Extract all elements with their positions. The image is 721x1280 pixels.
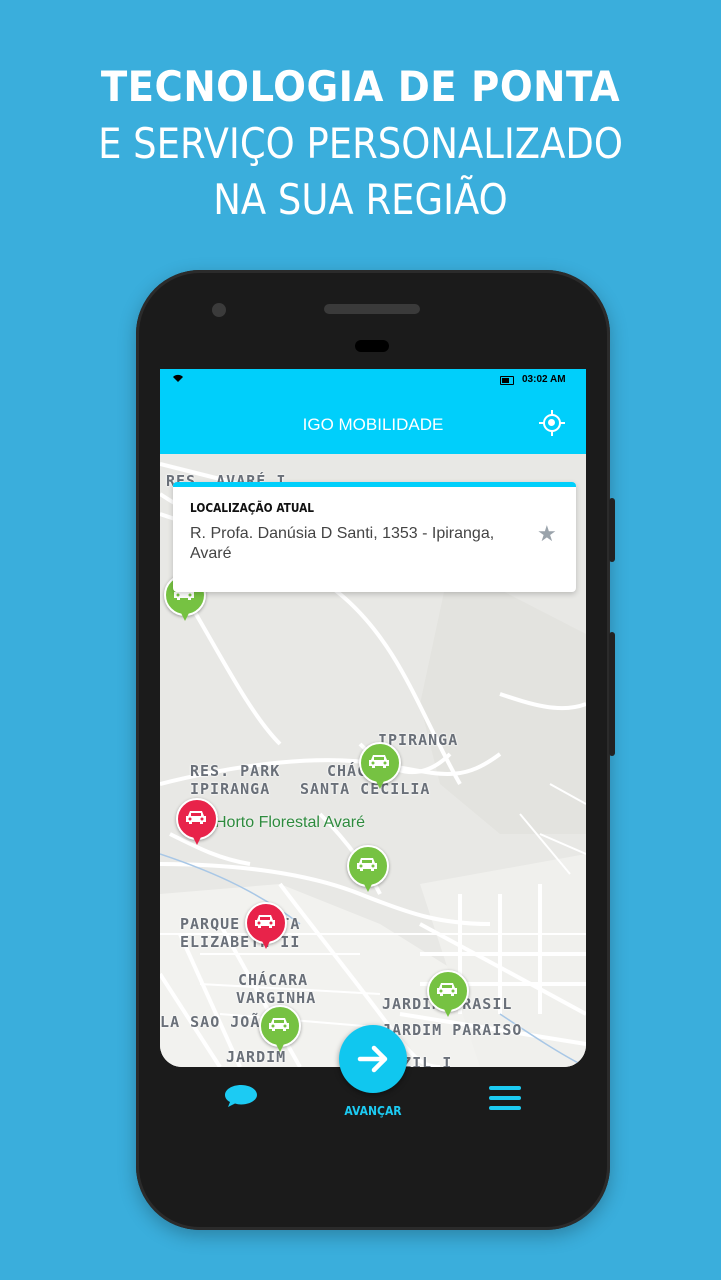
available-car-pin[interactable]	[427, 970, 469, 1020]
crosshair-icon[interactable]	[539, 410, 565, 436]
available-car-pin[interactable]	[347, 845, 389, 895]
park-label: Horto Florestal Avaré	[215, 814, 365, 831]
map-label: CHÁCARA	[238, 971, 309, 989]
car-icon	[357, 858, 377, 871]
arrow-right-icon	[357, 1045, 388, 1073]
available-car-pin[interactable]	[359, 742, 401, 792]
app-bar: IGO MOBILIDADE	[160, 391, 586, 454]
car-icon	[255, 915, 275, 928]
power-button	[609, 498, 615, 562]
chat-bubble-icon[interactable]	[224, 1084, 258, 1108]
map-label: VILA SAO JOÃO	[160, 1013, 271, 1031]
status-time: 03:02 AM	[522, 374, 566, 385]
status-bar: 03:02 AM	[160, 369, 586, 391]
current-location-label: LOCALIZAÇÃO ATUAL	[190, 501, 315, 515]
map-label: RES. PARK	[190, 762, 281, 780]
earpiece-speaker	[324, 304, 420, 314]
advance-button[interactable]	[339, 1025, 407, 1093]
front-camera	[212, 303, 226, 317]
current-location-card[interactable]: LOCALIZAÇÃO ATUAL R. Profa. Danúsia D Sa…	[173, 482, 576, 592]
car-icon	[369, 755, 389, 768]
headline-line-3: NA SUA REGIÃO	[213, 175, 508, 224]
available-car-pin[interactable]	[259, 1005, 301, 1055]
app-title: IGO MOBILIDADE	[302, 415, 444, 434]
headline-line-1: TECNOLOGIA DE PONTA	[100, 62, 621, 111]
bottom-navigation: AVANÇAR	[160, 1025, 586, 1158]
wifi-icon	[172, 374, 184, 386]
proximity-sensor	[355, 340, 389, 352]
map-label: JARDIM PARAISO	[382, 1021, 523, 1039]
volume-button	[609, 632, 615, 756]
card-accent-bar	[173, 482, 576, 487]
current-address: R. Profa. Danúsia D Santi, 1353 - Ipiran…	[190, 525, 495, 562]
car-icon	[269, 1018, 289, 1031]
busy-car-pin[interactable]	[245, 902, 287, 952]
app-screen: 03:02 AM IGO MOBILIDADE RES. AVARÉ I IPI…	[160, 369, 586, 1067]
busy-car-pin[interactable]	[176, 798, 218, 848]
battery-icon	[500, 376, 514, 385]
headline-line-2: E SERVIÇO PERSONALIZADO	[98, 119, 623, 168]
car-icon	[186, 811, 206, 824]
hamburger-menu-icon[interactable]	[489, 1086, 521, 1112]
star-icon[interactable]: ★	[537, 521, 557, 547]
car-icon	[437, 983, 457, 996]
promo-headline: TECNOLOGIA DE PONTA E SERVIÇO PERSONALIZ…	[0, 58, 721, 228]
advance-label[interactable]: AVANÇAR	[328, 1104, 418, 1118]
map-label: IPIRANGA	[190, 780, 271, 798]
